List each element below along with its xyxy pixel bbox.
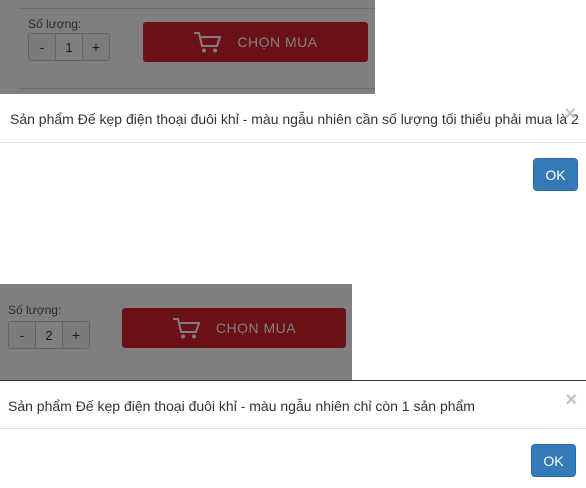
quantity-stepper: - 2 + [8,321,90,349]
buy-button[interactable]: CHỌN MUA [122,308,346,348]
cart-icon [194,32,222,53]
quantity-label: Số lượng: [8,303,62,317]
increment-button[interactable]: + [83,34,109,60]
increment-button[interactable]: + [63,322,89,348]
ok-button[interactable]: OK [531,444,576,477]
dialog-divider [0,142,586,143]
buy-bar-2: Số lượng: - 2 + CHỌN MUA [0,284,352,380]
quantity-stepper: - 1 + [28,33,110,61]
close-icon[interactable]: × [565,390,577,410]
buy-button-label: CHỌN MUA [215,320,297,336]
alert-dialog-2: Sản phẩm Đế kẹp điện thoại đuôi khỉ - mà… [0,380,586,488]
quantity-input[interactable]: 2 [35,322,63,348]
top-divider [18,8,375,9]
dialog-divider [0,428,586,429]
dialog-message: Sản phẩm Đế kẹp điện thoại đuôi khỉ - mà… [8,398,475,414]
alert-dialog-1: Sản phẩm Đế kẹp điện thoại đuôi khỉ - mà… [0,94,586,214]
quantity-input[interactable]: 1 [55,34,83,60]
bottom-divider [18,88,375,89]
buy-button[interactable]: CHỌN MUA [143,22,368,62]
buy-bar-1: Số lượng: - 1 + CHỌN MUA [0,0,375,94]
dialog-message: Sản phẩm Đế kẹp điện thoại đuôi khỉ - mà… [10,111,579,127]
decrement-button[interactable]: - [29,34,55,60]
ok-button[interactable]: OK [533,158,578,191]
decrement-button[interactable]: - [9,322,35,348]
close-icon[interactable]: × [564,104,576,124]
buy-button-label: CHỌN MUA [237,34,318,50]
quantity-label: Số lượng: [28,17,82,31]
cart-icon [172,318,201,339]
